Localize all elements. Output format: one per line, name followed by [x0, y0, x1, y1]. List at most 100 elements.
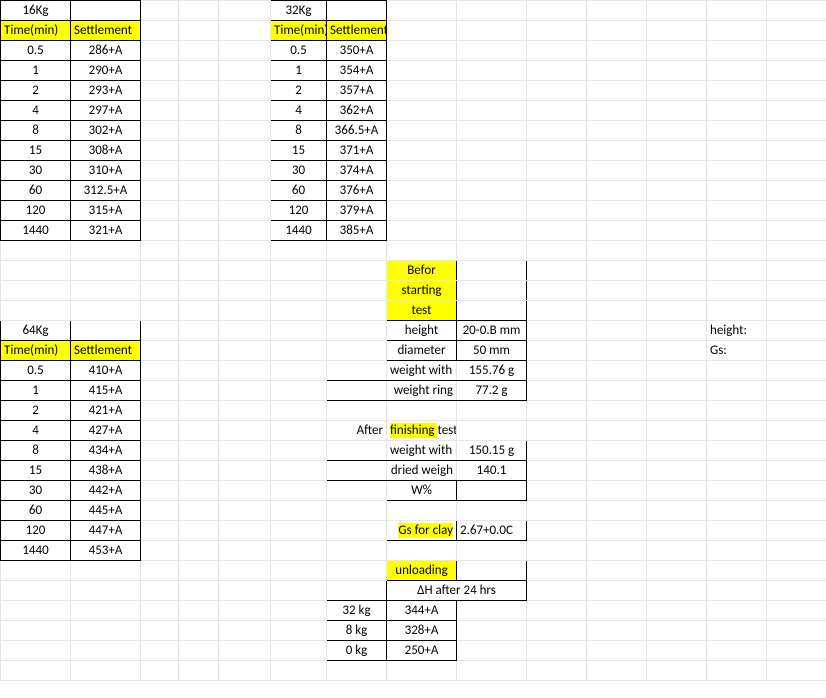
unload-row-value[interactable]: 344+A: [387, 601, 457, 621]
table-cell[interactable]: 385+A: [327, 221, 387, 241]
unload-row-label[interactable]: 0 kg: [327, 641, 387, 661]
right-gs-label[interactable]: Gs:: [707, 341, 767, 361]
table-cell[interactable]: 421+A: [71, 401, 141, 421]
table-cell[interactable]: 30: [271, 161, 327, 181]
table-cell[interactable]: 15: [1, 461, 71, 481]
table-cell[interactable]: 354+A: [327, 61, 387, 81]
table-cell[interactable]: 60: [1, 501, 71, 521]
table-cell[interactable]: 60: [1, 181, 71, 201]
before-height-value[interactable]: 20-0.B mm: [457, 321, 527, 341]
table-cell[interactable]: 1: [1, 61, 71, 81]
table-cell[interactable]: 357+A: [327, 81, 387, 101]
table-cell[interactable]: 362+A: [327, 101, 387, 121]
table-cell[interactable]: 8: [1, 121, 71, 141]
table-cell[interactable]: 374+A: [327, 161, 387, 181]
table-cell[interactable]: 445+A: [71, 501, 141, 521]
after-title[interactable]: After: [327, 421, 387, 441]
table-cell[interactable]: 293+A: [71, 81, 141, 101]
unload-row-label[interactable]: 32 kg: [327, 601, 387, 621]
table-cell[interactable]: 427+A: [71, 421, 141, 441]
after-dw-label[interactable]: dried weigh: [387, 461, 457, 481]
table-cell[interactable]: 4: [1, 101, 71, 121]
before-height-label[interactable]: height: [387, 321, 457, 341]
table-cell[interactable]: 366.5+A: [327, 121, 387, 141]
table-cell[interactable]: 312.5+A: [71, 181, 141, 201]
table-cell[interactable]: 447+A: [71, 521, 141, 541]
table-cell[interactable]: 321+A: [71, 221, 141, 241]
table-cell[interactable]: 302+A: [71, 121, 141, 141]
table-cell[interactable]: 8: [1, 441, 71, 461]
before-wr-value[interactable]: 77.2 g: [457, 381, 527, 401]
load32-h-time[interactable]: Time(min): [271, 21, 327, 41]
table-cell[interactable]: 2: [1, 81, 71, 101]
table-cell[interactable]: 1: [271, 61, 327, 81]
table-cell[interactable]: 15: [1, 141, 71, 161]
load16-h-set[interactable]: Settlement: [71, 21, 141, 41]
table-cell[interactable]: 120: [1, 201, 71, 221]
table-cell[interactable]: 1440: [271, 221, 327, 241]
unload-row-label[interactable]: 8 kg: [327, 621, 387, 641]
table-cell[interactable]: 315+A: [71, 201, 141, 221]
load16-title[interactable]: 16Kg: [1, 1, 71, 21]
before-wwr-value[interactable]: 155.76 g: [457, 361, 527, 381]
load64-h-set[interactable]: Settlement: [71, 341, 141, 361]
load64-h-time[interactable]: Time(min): [1, 341, 71, 361]
table-cell[interactable]: 1440: [1, 541, 71, 561]
load16-h-time[interactable]: Time(min): [1, 21, 71, 41]
load32-h-set[interactable]: Settlement: [327, 21, 387, 41]
load64-title[interactable]: 64Kg: [1, 321, 71, 341]
table-cell[interactable]: 308+A: [71, 141, 141, 161]
after-wwr-label[interactable]: weight with r: [387, 441, 457, 461]
table-cell[interactable]: 15: [271, 141, 327, 161]
before-diameter-label[interactable]: diameter: [387, 341, 457, 361]
table-cell[interactable]: 120: [271, 201, 327, 221]
unloading-title[interactable]: unloading: [387, 561, 457, 581]
table-cell[interactable]: 434+A: [71, 441, 141, 461]
before-wr-label[interactable]: weight ring: [387, 381, 457, 401]
table-cell[interactable]: 1: [1, 381, 71, 401]
unload-row-value[interactable]: 250+A: [387, 641, 457, 661]
unload-row-value[interactable]: 328+A: [387, 621, 457, 641]
table-cell[interactable]: 290+A: [71, 61, 141, 81]
table-cell[interactable]: 376+A: [327, 181, 387, 201]
table-cell[interactable]: 310+A: [71, 161, 141, 181]
after-dw-value[interactable]: 140.1: [457, 461, 527, 481]
before-wwr-label[interactable]: weight with ring: [387, 361, 457, 381]
table-cell[interactable]: 410+A: [71, 361, 141, 381]
table-cell[interactable]: 30: [1, 161, 71, 181]
before-title[interactable]: Befor: [387, 261, 457, 281]
table-cell[interactable]: 442+A: [71, 481, 141, 501]
before-title[interactable]: test: [387, 301, 457, 321]
after-wwr-value[interactable]: 150.15 g: [457, 441, 527, 461]
right-height-label[interactable]: height:: [707, 321, 767, 341]
after-wpc-label[interactable]: W%: [387, 481, 457, 501]
table-cell[interactable]: 60: [271, 181, 327, 201]
table-cell[interactable]: 453+A: [71, 541, 141, 561]
after-title[interactable]: finishing test: [387, 421, 457, 441]
spreadsheet: 16Kg 32Kg Time(min) Settlement Time(min)…: [0, 0, 826, 681]
table-cell[interactable]: 2: [271, 81, 327, 101]
before-diameter-value[interactable]: 50 mm: [457, 341, 527, 361]
table-cell[interactable]: 2: [1, 401, 71, 421]
table-cell[interactable]: 120: [1, 521, 71, 541]
table-cell[interactable]: 438+A: [71, 461, 141, 481]
table-cell[interactable]: 286+A: [71, 41, 141, 61]
table-cell[interactable]: 1440: [1, 221, 71, 241]
table-cell[interactable]: 0.5: [1, 41, 71, 61]
table-cell[interactable]: 0.5: [271, 41, 327, 61]
unloading-sub[interactable]: ΔH after 24 hrs: [387, 581, 527, 601]
table-cell[interactable]: 8: [271, 121, 327, 141]
load32-title[interactable]: 32Kg: [271, 1, 327, 21]
table-cell[interactable]: 415+A: [71, 381, 141, 401]
before-title[interactable]: starting: [387, 281, 457, 301]
table-cell[interactable]: 350+A: [327, 41, 387, 61]
table-cell[interactable]: 297+A: [71, 101, 141, 121]
table-cell[interactable]: 371+A: [327, 141, 387, 161]
gs-value[interactable]: 2.67+0.0C: [457, 521, 527, 541]
table-cell[interactable]: 379+A: [327, 201, 387, 221]
table-cell[interactable]: 4: [1, 421, 71, 441]
table-cell[interactable]: 4: [271, 101, 327, 121]
gs-label[interactable]: Gs for clay: [387, 521, 457, 541]
table-cell[interactable]: 30: [1, 481, 71, 501]
table-cell[interactable]: 0.5: [1, 361, 71, 381]
